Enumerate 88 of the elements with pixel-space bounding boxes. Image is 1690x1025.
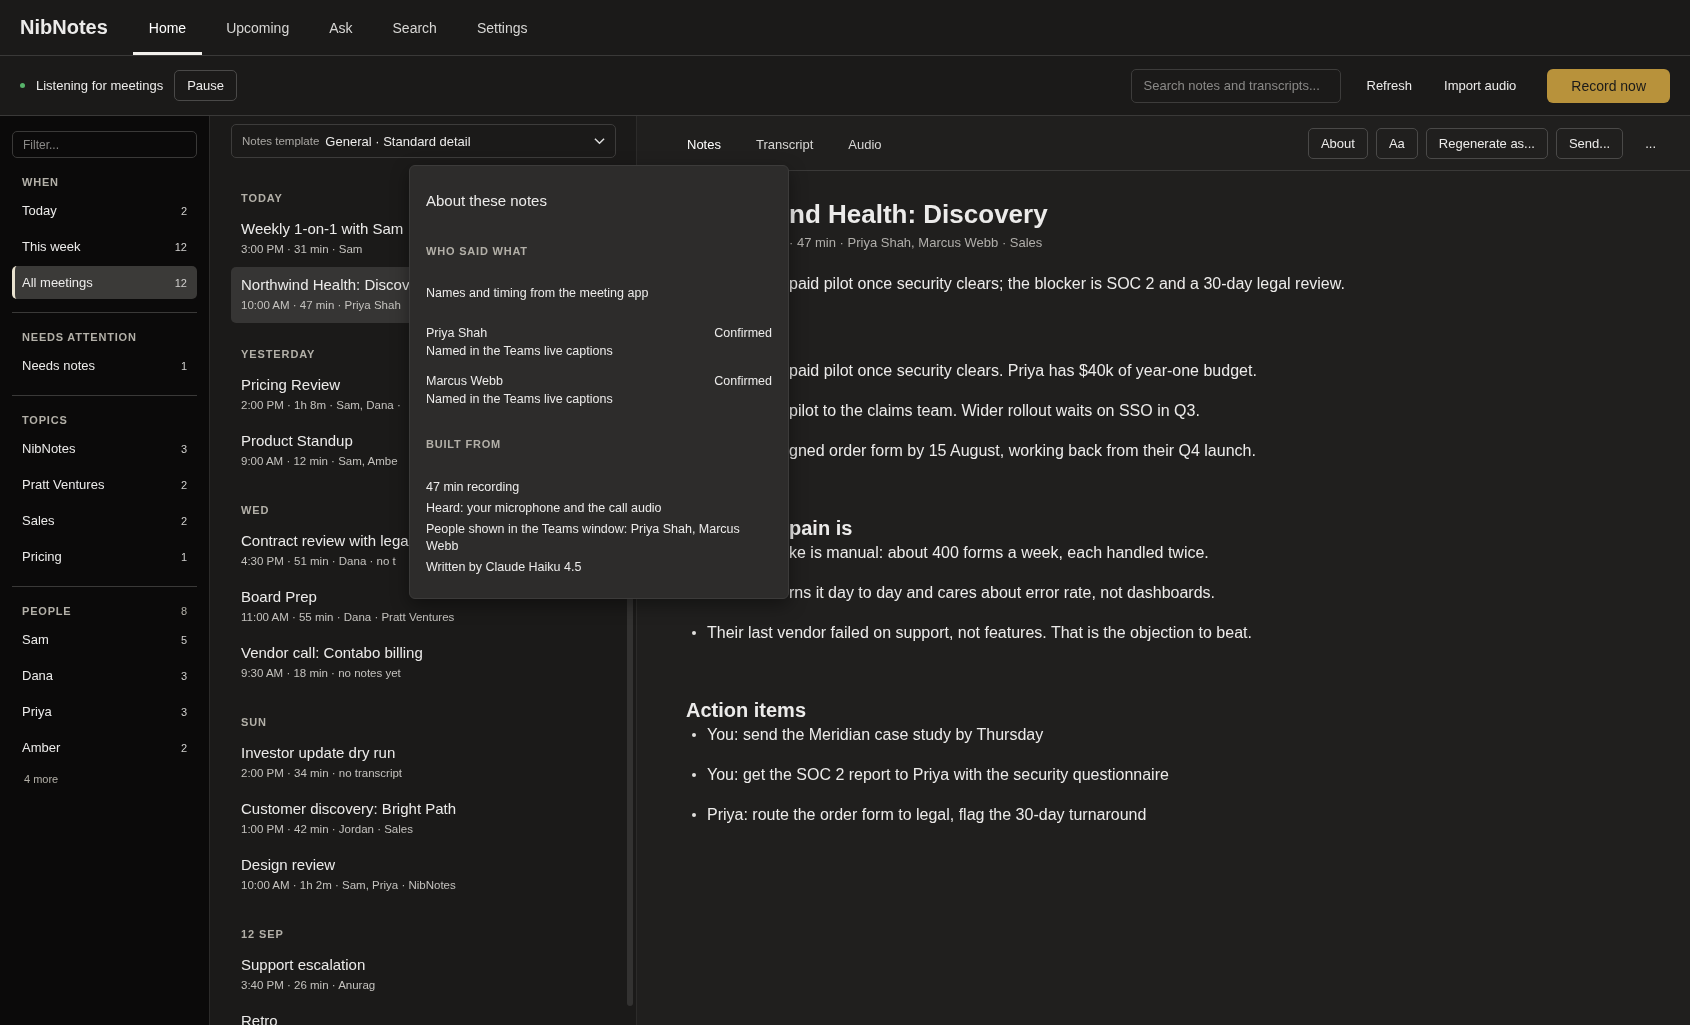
meeting-title: Support escalation — [241, 955, 366, 975]
meeting-title: Vendor call: Contabo billing — [241, 643, 423, 663]
item-count: 1 — [180, 550, 187, 563]
meeting-title: Product Standup — [241, 431, 353, 451]
note-summary: paid pilot once security clears; the blocker is SOC 2 and a 30-day legal review. — [789, 274, 1345, 294]
section-heading: Action items — [686, 698, 807, 723]
group-label: YESTERDAY — [240, 347, 317, 362]
section-label: PEOPLE — [22, 605, 72, 617]
group-label: SUN — [240, 715, 268, 730]
person-name: Priya Shah — [426, 325, 488, 342]
item-label: This week — [22, 239, 81, 254]
item-count: 1 — [180, 359, 187, 372]
meeting-title: Pricing Review — [241, 375, 341, 395]
bullet-text: pilot to the claims team. Wider rollout waits on SSO in Q3. — [789, 401, 1200, 421]
popover-text: Names and timing from the meeting app — [426, 286, 650, 300]
item-label: All meetings — [22, 275, 93, 290]
item-count: 2 — [180, 478, 187, 491]
popover-title: About these notes — [426, 191, 548, 211]
item-label: Sam — [22, 632, 49, 647]
section-label: TOPICS — [22, 414, 68, 426]
section-count: 8 — [180, 605, 187, 617]
note-title: nd Health: Discovery — [789, 198, 1048, 230]
meeting-meta: 2:00 PM · 34 min · no transcript — [241, 766, 403, 781]
item-count: 2 — [180, 741, 187, 754]
section-label: WHEN — [22, 176, 59, 188]
meeting-title: Northwind Health: Discov — [241, 275, 410, 295]
meeting-meta: 9:30 AM · 18 min · no notes yet — [241, 666, 401, 681]
template-label: Notes template — [242, 135, 320, 147]
note-meta: · 47 min · Priya Shah, Marcus Webb · Sales — [789, 234, 1043, 252]
meeting-meta: 10:00 AM · 1h 2m · Sam, Priya · NibNotes — [241, 878, 456, 893]
meeting-meta: 2:00 PM · 1h 8m · Sam, Dana · — [241, 398, 401, 413]
popover-text: Heard: your microphone and the call audio — [426, 500, 663, 517]
meeting-meta: 9:00 AM · 12 min · Sam, Ambe — [241, 454, 398, 469]
item-label: Dana — [22, 668, 54, 683]
item-count: 12 — [174, 240, 187, 253]
meeting-title: Design review — [241, 855, 336, 875]
item-count: 5 — [180, 633, 187, 646]
meeting-title: Board Prep — [241, 587, 317, 607]
meeting-title: Weekly 1-on-1 with Sam — [241, 219, 404, 239]
group-label: 12 SEP — [240, 927, 285, 942]
person-source: Named in the Teams live captions — [426, 391, 614, 408]
section-heading: pain is — [789, 516, 853, 541]
item-count: 12 — [174, 276, 187, 289]
status-text: Listening for meetings — [36, 78, 164, 93]
meeting-meta: 3:00 PM · 31 min · Sam — [241, 242, 363, 257]
bullet-text: You: get the SOC 2 report to Priya with the security questionnaire — [692, 763, 1169, 787]
item-count: 3 — [180, 669, 187, 682]
person-source: Named in the Teams live captions — [426, 343, 614, 360]
popover-section-label: BUILT FROM — [426, 438, 502, 450]
bullet-text: Their last vendor failed on support, not features. That is the objection to beat. — [692, 621, 1252, 645]
item-label: Priya — [22, 704, 52, 719]
bullet-text: paid pilot once security clears. Priya has $40k of year-one budget. — [789, 361, 1257, 381]
group-label: WED — [240, 503, 271, 518]
popover-text: 47 min recording — [426, 479, 521, 496]
item-label: Pricing — [22, 549, 62, 564]
item-label: Pratt Ventures — [22, 477, 105, 492]
meeting-title: Investor update dry run — [241, 743, 396, 763]
meeting-meta: 10:00 AM · 47 min · Priya Shah — [241, 298, 401, 313]
item-label: Amber — [22, 740, 61, 755]
bullet-text: ke is manual: about 400 forms a week, each handled twice. — [789, 543, 1209, 563]
section-label: NEEDS ATTENTION — [22, 331, 137, 343]
popover-text: People shown in the Teams window: Priya Shah, Marcus Webb — [426, 521, 741, 555]
bullet-text: You: send the Meridian case study by Thursday — [692, 723, 1044, 747]
bullet-text: rns it day to day and cares about error rate, not dashboards. — [789, 583, 1216, 603]
item-count: 3 — [180, 705, 187, 718]
person-name: Marcus Webb — [426, 373, 503, 390]
item-label: NibNotes — [22, 441, 76, 456]
meeting-meta: 3:40 PM · 26 min · Anurag — [241, 978, 376, 993]
bullet-text: gned order form by 15 August, working back from their Q4 launch. — [789, 441, 1256, 461]
meeting-meta: 1:00 PM · 42 min · Jordan · Sales — [241, 822, 413, 837]
item-label: Sales — [22, 513, 55, 528]
meeting-title: Customer discovery: Bright Path — [241, 799, 457, 819]
meeting-meta: 11:00 AM · 55 min · Dana · Pratt Ventures — [241, 610, 455, 625]
popover-section-label: WHO SAID WHAT — [426, 245, 529, 257]
person-status: Confirmed — [714, 325, 772, 342]
group-label: TODAY — [240, 191, 284, 206]
bullet-text: Priya: route the order form to legal, flag the 30-day turnaround — [692, 803, 1147, 827]
popover-text: Written by Claude Haiku 4.5 — [426, 559, 583, 576]
meeting-title: Contract review with lega — [241, 531, 409, 551]
item-label: Needs notes — [22, 358, 95, 373]
item-count: 2 — [180, 204, 187, 217]
template-value: General · Standard detail — [325, 133, 472, 149]
item-count: 2 — [180, 514, 187, 527]
item-count: 3 — [180, 442, 187, 455]
meeting-meta: 4:30 PM · 51 min · Dana · no t — [241, 554, 396, 569]
item-label: Today — [22, 203, 57, 218]
person-status: Confirmed — [714, 373, 772, 390]
app-logo: NibNotes — [20, 16, 108, 39]
